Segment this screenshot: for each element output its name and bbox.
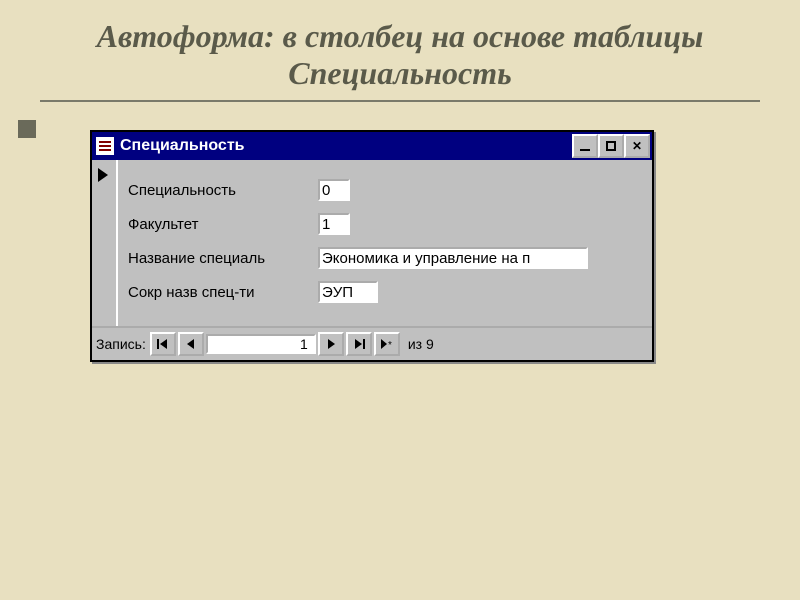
- nav-prev-button[interactable]: [178, 332, 204, 356]
- divider: [40, 100, 760, 102]
- nav-first-button[interactable]: [150, 332, 176, 356]
- record-navigator: Запись: 1 * из 9: [92, 326, 652, 360]
- window-title: Специальность: [120, 137, 572, 155]
- nav-current-input[interactable]: 1: [206, 334, 316, 354]
- field-label: Сокр назв спец-ти: [128, 284, 318, 301]
- form-window: Специальность ✕ Специальность 0 Факульте…: [90, 130, 654, 362]
- field-label: Факультет: [128, 216, 318, 233]
- nav-last-button[interactable]: [346, 332, 372, 356]
- slide-title: Автоформа: в столбец на основе таблицы С…: [0, 0, 800, 100]
- nav-new-button[interactable]: *: [374, 332, 400, 356]
- record-selector[interactable]: [92, 160, 118, 326]
- current-record-arrow-icon: [98, 168, 108, 182]
- faculty-input[interactable]: 1: [318, 213, 350, 235]
- field-label: Специальность: [128, 182, 318, 199]
- minimize-button[interactable]: [572, 134, 598, 158]
- field-row: Специальность 0: [128, 176, 644, 204]
- field-row: Сокр назв спец-ти ЭУП: [128, 278, 644, 306]
- svg-text:*: *: [388, 340, 392, 349]
- bullet-icon: [18, 120, 36, 138]
- field-label: Название специаль: [128, 250, 318, 267]
- nav-of-text: из 9: [408, 336, 434, 352]
- titlebar[interactable]: Специальность ✕: [92, 132, 652, 160]
- nav-label: Запись:: [96, 336, 146, 352]
- field-row: Факультет 1: [128, 210, 644, 238]
- speciality-input[interactable]: 0: [318, 179, 350, 201]
- spec-name-input[interactable]: Экономика и управление на п: [318, 247, 588, 269]
- field-row: Название специаль Экономика и управление…: [128, 244, 644, 272]
- maximize-button[interactable]: [598, 134, 624, 158]
- spec-short-input[interactable]: ЭУП: [318, 281, 378, 303]
- close-button[interactable]: ✕: [624, 134, 650, 158]
- nav-next-button[interactable]: [318, 332, 344, 356]
- form-icon: [96, 137, 114, 155]
